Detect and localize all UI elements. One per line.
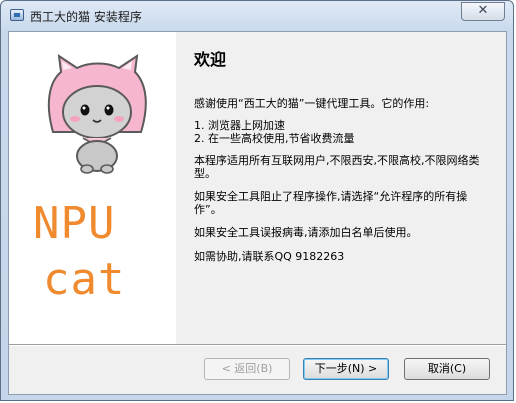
contact-text: 如需协助,请联系QQ 9182263 bbox=[194, 250, 345, 263]
close-icon: ✕ bbox=[477, 3, 489, 18]
wizard-content: NPU cat 欢迎 感谢使用“西工大的猫”一键代理工具。它的作用: 1. 浏览… bbox=[9, 32, 506, 344]
antivirus-note: 如果安全工具误报病毒,请添加白名单后使用。 bbox=[194, 226, 418, 239]
intro-text: 感谢使用“西工大的猫”一键代理工具。它的作用: bbox=[194, 97, 430, 110]
firewall-note: 如果安全工具阻止了程序操作,请选择“允许程序的所有操作”。 bbox=[194, 190, 468, 216]
back-button[interactable]: < 返回(B) bbox=[204, 358, 290, 380]
footer-divider bbox=[9, 344, 506, 346]
logo-text-npu: NPU bbox=[33, 198, 116, 249]
installer-window: 西工大的猫 安装程序 ✕ NPU cat 欢迎 感谢使用“西工大的猫”一键代理工… bbox=[0, 0, 514, 401]
feature-item-2: 2. 在一些高校使用,节省收费流量 bbox=[194, 132, 355, 145]
close-button[interactable]: ✕ bbox=[461, 2, 505, 21]
feature-item-1: 1. 浏览器上网加速 bbox=[194, 119, 285, 132]
scope-text: 本程序适用所有互联网用户,不限西安,不限高校,不限网络类型。 bbox=[194, 154, 480, 180]
wizard-frame: NPU cat 欢迎 感谢使用“西工大的猫”一键代理工具。它的作用: 1. 浏览… bbox=[8, 31, 507, 395]
page-title: 欢迎 bbox=[194, 50, 227, 69]
wizard-side-banner: NPU cat bbox=[9, 32, 176, 344]
cat-mascot-icon bbox=[47, 54, 147, 174]
welcome-panel: 欢迎 感谢使用“西工大的猫”一键代理工具。它的作用: 1. 浏览器上网加速 2.… bbox=[176, 32, 506, 344]
cancel-button[interactable]: 取消(C) bbox=[404, 358, 490, 380]
logo-text-cat: cat bbox=[43, 254, 126, 305]
title-bar[interactable]: 西工大的猫 安装程序 ✕ bbox=[1, 1, 513, 31]
installer-app-icon bbox=[10, 9, 24, 21]
window-title: 西工大的猫 安装程序 bbox=[30, 10, 142, 24]
next-button[interactable]: 下一步(N) > bbox=[303, 358, 389, 380]
